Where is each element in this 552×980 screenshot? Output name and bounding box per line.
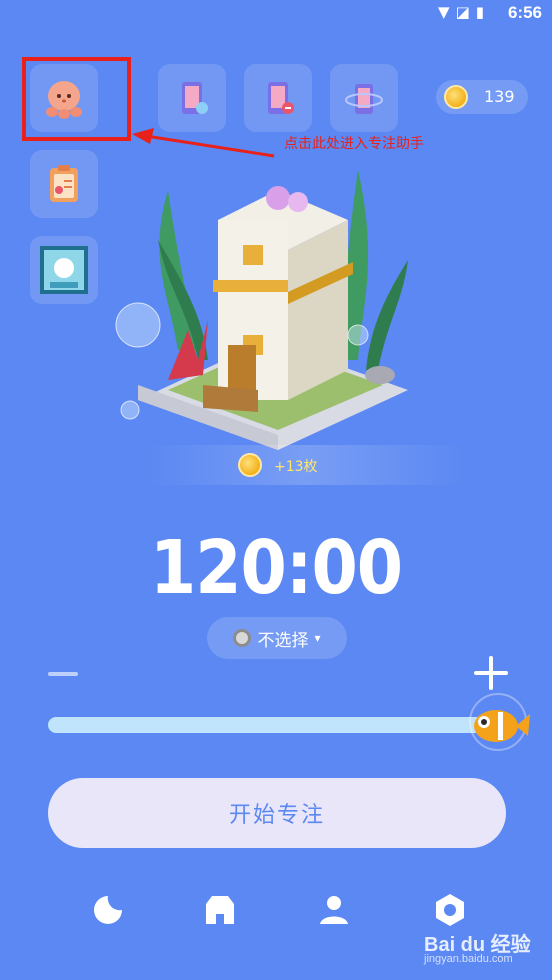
phone-rotate-button[interactable] [330,64,398,132]
phone-mode-button[interactable] [158,64,226,132]
fish-slider-thumb-icon[interactable] [462,692,532,752]
chevron-down-icon: ▾ [314,631,321,645]
nav-home-moon-icon[interactable] [90,892,126,928]
tag-dot-icon [233,629,252,647]
coin-balance[interactable]: 139 [436,80,528,114]
highlight-box [22,57,131,141]
nav-shop-icon[interactable] [202,892,238,928]
phone-rotate-icon [345,84,383,114]
tag-select[interactable]: 不选择 ▾ [207,617,347,659]
coin-count: 139 [484,87,515,106]
phone-block-button[interactable] [244,64,312,132]
clipboard-icon [50,165,78,202]
status-bar: ▼◪▮ 6:56 [0,0,552,26]
achievement-button[interactable] [30,236,98,304]
nav-profile-icon[interactable] [316,892,352,928]
decrease-time-button[interactable] [48,672,78,676]
phone-check-icon [182,82,208,114]
time-slider-track[interactable] [48,717,488,733]
nav-settings-icon[interactable] [432,892,468,928]
start-focus-button[interactable]: 开始专注 [48,778,506,848]
reward-bar: +13枚 [146,445,466,485]
island-illustration [115,170,408,450]
increase-time-button[interactable] [474,656,508,690]
thumbnail-icon [40,246,88,294]
reward-coin-icon [238,453,262,477]
tag-select-label: 不选择 [257,630,309,651]
focus-timer: 120:00 [149,525,403,611]
coin-icon [444,85,468,109]
status-time: 6:56 [507,3,542,22]
phone-minus-icon [268,82,294,114]
watermark-url: jingyan.baidu.com [424,953,513,965]
task-list-button[interactable] [30,150,98,218]
status-icons: ▼◪▮ [438,3,490,21]
reward-text: +13枚 [274,459,318,475]
